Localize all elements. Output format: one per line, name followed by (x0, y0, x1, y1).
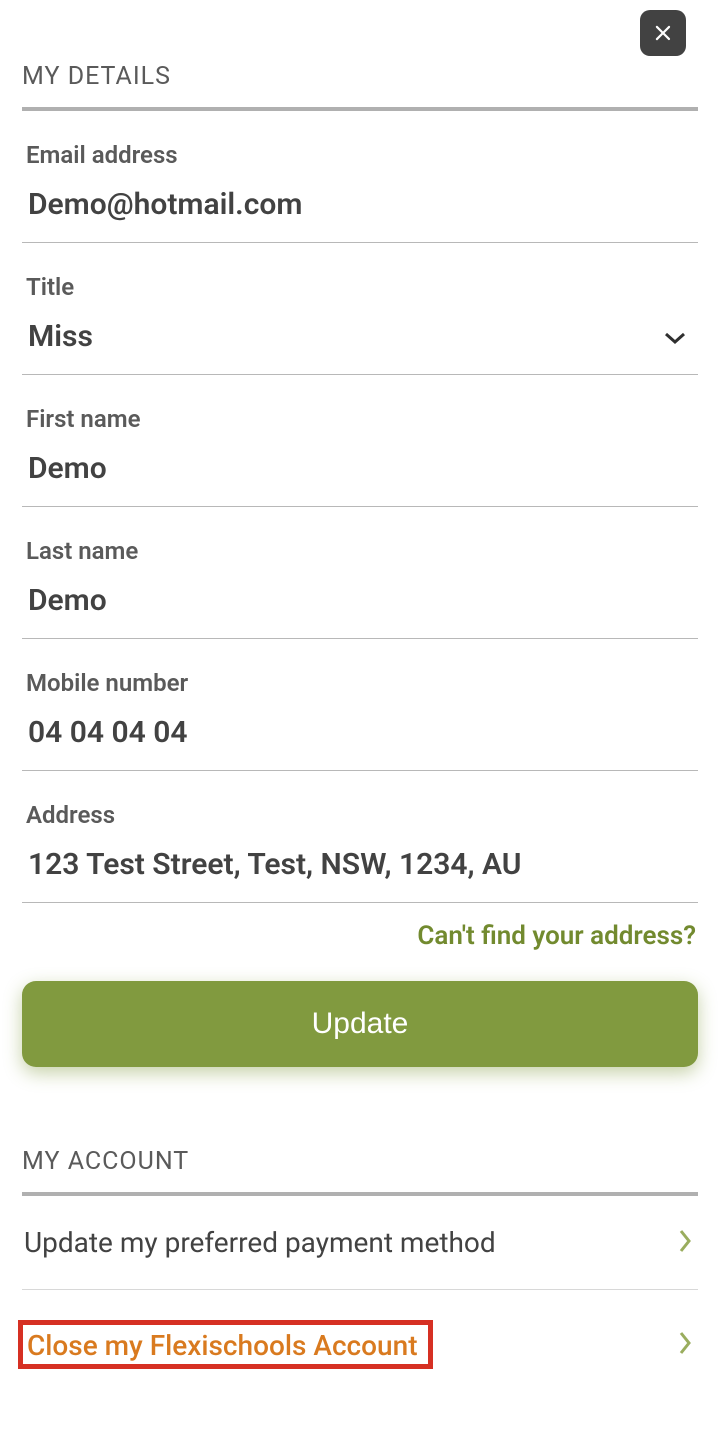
nav-close-account[interactable]: Close my Flexischools Account (22, 1290, 698, 1381)
field-email: Email address (22, 111, 698, 243)
mobile-input[interactable] (22, 715, 698, 770)
section-title-details: MY DETAILS (22, 62, 698, 111)
chevron-down-icon (664, 330, 686, 344)
field-last-name: Last name (22, 507, 698, 639)
address-helper-link[interactable]: Can't find your address? (22, 903, 698, 951)
nav-payment-method[interactable]: Update my preferred payment method (22, 1196, 698, 1290)
section-title-account: MY ACCOUNT (22, 1147, 698, 1196)
close-button[interactable] (640, 10, 686, 56)
field-address: Address (22, 771, 698, 903)
first-name-input[interactable] (22, 451, 698, 506)
nav-close-account-label: Close my Flexischools Account (27, 1329, 418, 1362)
first-name-label: First name (22, 405, 698, 433)
title-select[interactable]: Miss (22, 319, 698, 374)
nav-payment-label: Update my preferred payment method (24, 1226, 496, 1259)
address-label: Address (22, 801, 698, 829)
last-name-label: Last name (22, 537, 698, 565)
close-account-highlight: Close my Flexischools Account (18, 1320, 433, 1369)
chevron-right-icon (678, 1228, 692, 1258)
field-title: Title Miss (22, 243, 698, 375)
close-icon (650, 20, 676, 46)
address-input[interactable] (22, 847, 698, 902)
field-mobile: Mobile number (22, 639, 698, 771)
last-name-input[interactable] (22, 583, 698, 638)
mobile-label: Mobile number (22, 669, 698, 697)
update-button[interactable]: Update (22, 981, 698, 1067)
chevron-right-icon (678, 1330, 692, 1360)
field-first-name: First name (22, 375, 698, 507)
title-label: Title (22, 273, 698, 301)
email-input[interactable] (22, 187, 698, 242)
email-label: Email address (22, 141, 698, 169)
title-value: Miss (28, 319, 93, 354)
